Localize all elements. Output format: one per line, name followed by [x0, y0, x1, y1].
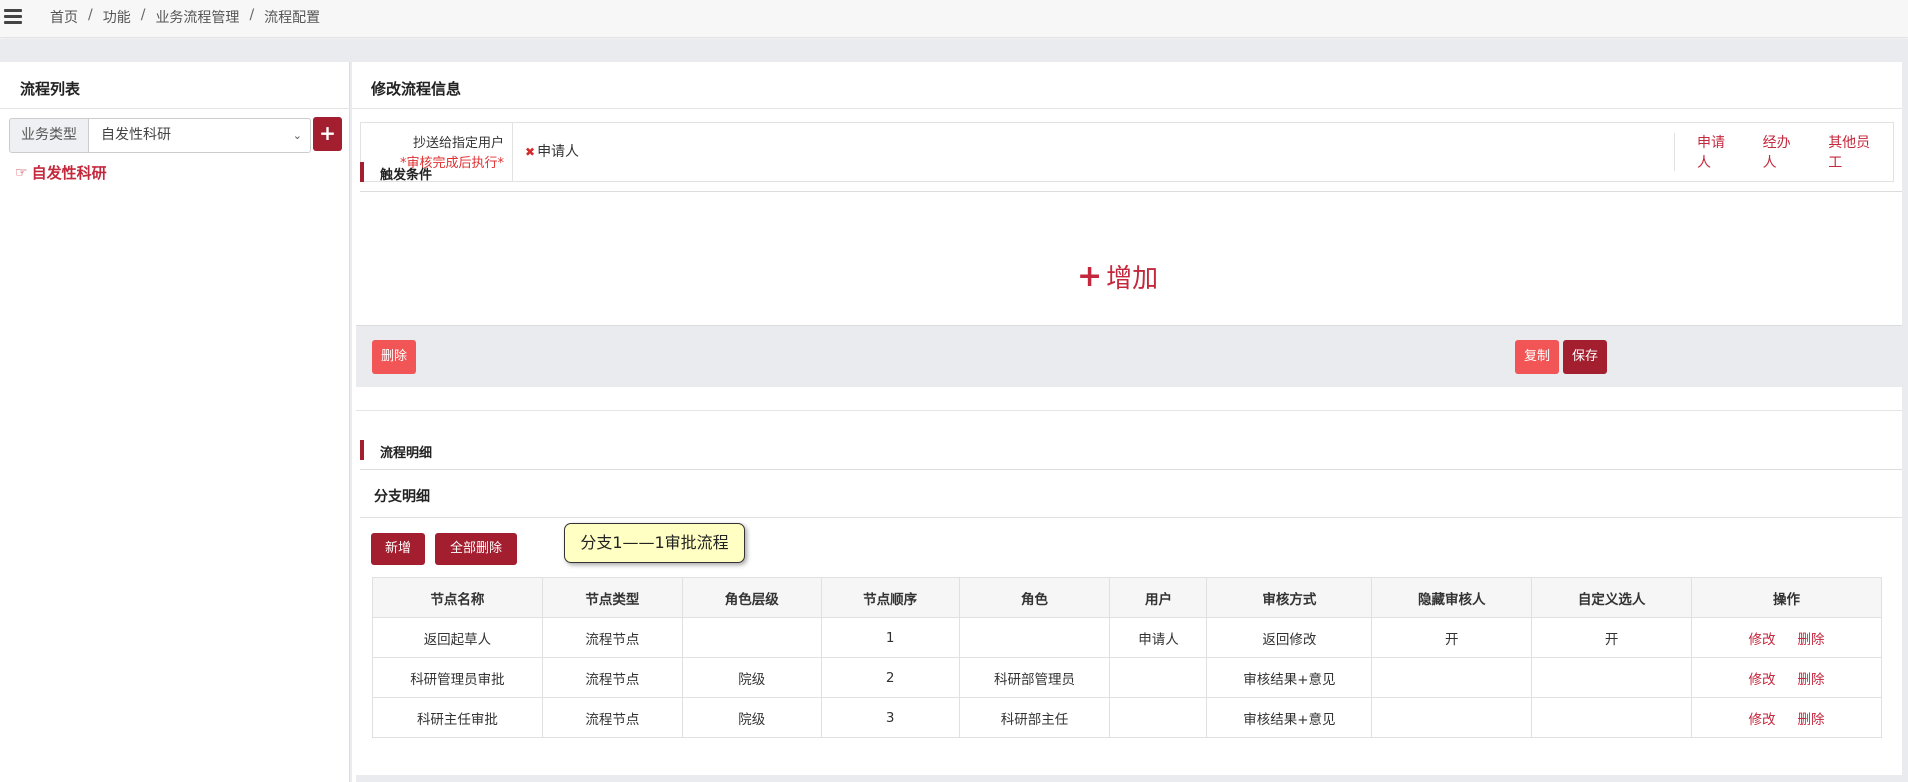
- breadcrumb-process-management[interactable]: 业务流程管理: [155, 7, 239, 27]
- table-cell: 科研部主任: [958, 697, 1111, 738]
- edit-process-title: 修改流程信息: [371, 80, 462, 98]
- delete-button[interactable]: 删除: [372, 340, 416, 374]
- business-type-label: 业务类型: [9, 118, 89, 153]
- table-cell: [1371, 697, 1533, 738]
- column-header: 审核方式: [1206, 577, 1373, 618]
- actions-cell: 修改 删除: [1691, 697, 1882, 738]
- divider: [360, 517, 1902, 518]
- table-cell: 审核结果+意见: [1206, 697, 1373, 738]
- table-cell: 科研主任审批: [372, 697, 543, 738]
- table-header-row: 节点名称 节点类型 角色层级 节点顺序 角色 用户 审核方式 隐藏审核人 自定义…: [372, 577, 1882, 618]
- edit-link[interactable]: 修改: [1749, 672, 1776, 688]
- column-header: 用户: [1109, 577, 1208, 618]
- table-cell: 科研部管理员: [958, 657, 1111, 698]
- trigger-section-title: 触发条件: [380, 168, 433, 183]
- table-cell: [1531, 657, 1693, 698]
- add-trigger-label: 增加: [1106, 264, 1159, 294]
- bottom-bar: [356, 775, 1902, 782]
- business-type-value: 自发性科研: [101, 127, 171, 143]
- table-cell: 院级: [681, 657, 822, 698]
- table-cell: [681, 617, 822, 658]
- column-header: 节点名称: [372, 577, 543, 618]
- breadcrumb-separator: /: [140, 7, 146, 23]
- table-cell: 开: [1531, 617, 1693, 658]
- process-list-title: 流程列表: [20, 80, 81, 98]
- table-cell: 审核结果+意见: [1206, 657, 1373, 698]
- table-cell: [1531, 697, 1693, 738]
- table-cell: [1109, 697, 1208, 738]
- trigger-section-header: 触发条件: [360, 158, 1902, 192]
- hand-pointer-icon: ☞: [15, 164, 28, 181]
- remove-tag-icon[interactable]: ✖: [525, 145, 535, 159]
- add-process-button[interactable]: +: [313, 117, 342, 151]
- delete-all-button[interactable]: 全部删除: [435, 533, 517, 565]
- delete-link[interactable]: 删除: [1798, 712, 1825, 728]
- section-accent-bar: [360, 440, 364, 460]
- table-cell: 3: [820, 697, 960, 738]
- actions-cell: 修改 删除: [1691, 657, 1882, 698]
- edit-link[interactable]: 修改: [1749, 712, 1776, 728]
- breadcrumb-function[interactable]: 功能: [103, 7, 131, 27]
- table-cell: 院级: [681, 697, 822, 738]
- table-cell: 申请人: [1109, 617, 1208, 658]
- column-header: 角色: [958, 577, 1111, 618]
- table-cell: [1109, 657, 1208, 698]
- table-cell: 2: [820, 657, 960, 698]
- delete-link[interactable]: 删除: [1798, 672, 1825, 688]
- breadcrumb-separator: /: [88, 7, 93, 23]
- tree-item-process[interactable]: ☞ 自发性科研: [15, 162, 107, 183]
- save-button[interactable]: 保存: [1563, 340, 1607, 374]
- table-cell: 科研管理员审批: [372, 657, 543, 698]
- process-list-panel: 流程列表 业务类型 自发性科研 ⌄ + ☞ 自发性科研: [0, 62, 350, 782]
- menu-icon[interactable]: [4, 6, 24, 26]
- divider: [0, 108, 350, 109]
- table-cell: [1371, 657, 1533, 698]
- add-node-button[interactable]: 新增: [371, 533, 425, 565]
- branch-detail-title: 分支明细: [374, 489, 430, 505]
- table-cell: 流程节点: [541, 617, 683, 658]
- chevron-down-icon: ⌄: [292, 129, 302, 142]
- table-row: 科研管理员审批 流程节点 院级 2 科研部管理员 审核结果+意见 修改 删除: [372, 657, 1882, 698]
- detail-section-title: 流程明细: [380, 446, 433, 461]
- top-bar: 首页 / 功能 / 业务流程管理 / 流程配置: [0, 0, 1908, 38]
- node-table: 节点名称 节点类型 角色层级 节点顺序 角色 用户 审核方式 隐藏审核人 自定义…: [372, 577, 1882, 738]
- add-trigger-button[interactable]: + 增加: [1077, 258, 1158, 295]
- table-cell: 流程节点: [541, 657, 683, 698]
- table-cell: 返回修改: [1206, 617, 1373, 658]
- tree-item-label: 自发性科研: [31, 164, 107, 182]
- breadcrumb-home[interactable]: 首页: [50, 7, 78, 27]
- column-header: 隐藏审核人: [1371, 577, 1533, 618]
- breadcrumb-separator: /: [249, 7, 255, 23]
- actions-cell: 修改 删除: [1691, 617, 1882, 658]
- table-cell: [958, 617, 1111, 658]
- cc-user-label: 抄送给指定用户: [412, 136, 504, 151]
- table-row: 返回起草人 流程节点 1 申请人 返回修改 开 开 修改 删除: [372, 617, 1882, 658]
- breadcrumb-process-config: 流程配置: [264, 10, 321, 26]
- copy-button[interactable]: 复制: [1515, 340, 1559, 374]
- table-row: 科研主任审批 流程节点 院级 3 科研部主任 审核结果+意见 修改 删除: [372, 697, 1882, 738]
- edit-process-panel: 修改流程信息 抄送给指定用户 *审核完成后执行* ✖ 申请人 申请人 经办人 其他…: [352, 62, 1902, 782]
- business-type-select[interactable]: 自发性科研 ⌄: [89, 118, 311, 153]
- column-header: 节点类型: [541, 577, 683, 618]
- table-cell: 开: [1371, 617, 1533, 658]
- column-header: 节点顺序: [820, 577, 960, 618]
- column-header: 自定义选人: [1531, 577, 1693, 618]
- edit-link[interactable]: 修改: [1749, 632, 1776, 648]
- action-bar: 删除 复制 保存: [356, 325, 1902, 387]
- divider: [352, 108, 1902, 109]
- table-cell: 1: [820, 617, 960, 658]
- table-cell: 流程节点: [541, 697, 683, 738]
- plus-icon: +: [1077, 259, 1103, 294]
- divider: [356, 410, 1902, 411]
- branch-tooltip: 分支1——1审批流程: [564, 523, 745, 563]
- column-header: 操作: [1691, 577, 1882, 618]
- table-cell: 返回起草人: [372, 617, 543, 658]
- breadcrumb: 首页 / 功能 / 业务流程管理 / 流程配置: [50, 7, 320, 27]
- delete-link[interactable]: 删除: [1798, 632, 1825, 648]
- column-header: 角色层级: [681, 577, 822, 618]
- section-accent-bar: [360, 162, 364, 182]
- detail-section-header: 流程明细: [360, 436, 1902, 470]
